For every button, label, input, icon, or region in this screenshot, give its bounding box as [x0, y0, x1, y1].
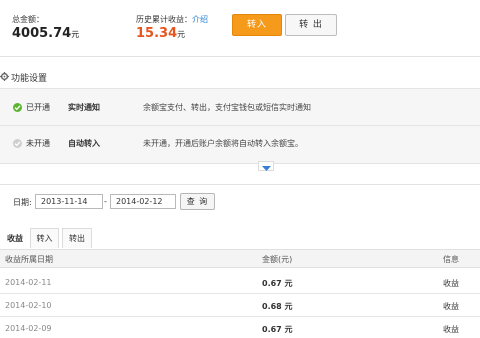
settings-row-divider: [0, 125, 480, 126]
feature-realtime-notify-desc: 余额宝支付、转出，支付宝钱包或短信实时通知: [143, 103, 311, 112]
row-divider: [0, 316, 480, 317]
date-label: 日期:: [13, 198, 32, 207]
summary-divider: [0, 56, 480, 57]
transfer-in-button[interactable]: 转入: [232, 14, 282, 36]
query-button[interactable]: 查 询: [180, 193, 215, 210]
row-amount: 0.67 元: [262, 325, 293, 334]
header-amount: 金额(元): [262, 255, 293, 264]
settings-title-text: 功能设置: [11, 74, 48, 84]
row-date: 2014-02-10: [5, 301, 52, 310]
total-amount-label: 总金额：: [12, 15, 44, 24]
disabled-check-icon: [13, 139, 22, 148]
history-income-label: 历史累计收益：介绍: [136, 14, 208, 25]
tab-transfer-in[interactable]: 转入: [30, 228, 59, 248]
header-date: 收益所属日期: [5, 255, 53, 264]
header-info: 信息: [443, 255, 459, 264]
row-amount: 0.68 元: [262, 302, 293, 311]
end-date-input[interactable]: 2014-02-12: [110, 194, 176, 209]
settings-title: 功能设置: [0, 71, 47, 84]
tab-transfer-out[interactable]: 转出: [62, 228, 92, 248]
status-enabled: 已开通: [26, 103, 50, 112]
history-income-unit: 元: [177, 30, 186, 39]
feature-auto-transfer-desc: 未开通，开通后账户余额将自动转入余额宝。: [143, 139, 303, 148]
total-amount-value: 4005.74: [12, 26, 72, 41]
row-amount: 0.67 元: [262, 279, 293, 288]
feature-auto-transfer: 自动转入: [68, 139, 100, 148]
row-info: 收益: [443, 325, 459, 334]
total-amount-unit: 元: [71, 30, 80, 39]
settings-divider: [0, 184, 480, 185]
status-disabled: 未开通: [26, 139, 50, 148]
row-date: 2014-02-11: [5, 278, 52, 287]
transfer-out-button[interactable]: 转 出: [285, 14, 337, 36]
settings-panel: [0, 88, 480, 164]
feature-realtime-notify: 实时通知: [68, 103, 100, 112]
tab-income[interactable]: 收益: [0, 228, 30, 248]
start-date-input[interactable]: 2013-11-14: [35, 194, 103, 209]
enabled-check-icon: [13, 103, 22, 112]
chevron-down-icon: [262, 164, 271, 173]
history-income-value: 15.34: [136, 26, 178, 41]
row-info: 收益: [443, 302, 459, 311]
row-divider: [0, 293, 480, 294]
total-amount: 4005.74元: [12, 26, 79, 41]
gear-icon: [0, 72, 9, 83]
table-header: [0, 249, 480, 268]
row-info: 收益: [443, 279, 459, 288]
history-income: 15.34元: [136, 26, 185, 41]
date-separator: -: [104, 197, 107, 206]
intro-link[interactable]: 介绍: [192, 15, 208, 24]
history-income-text: 历史累计收益：: [136, 15, 192, 24]
collapse-toggle[interactable]: [258, 161, 274, 171]
row-date: 2014-02-09: [5, 324, 52, 333]
